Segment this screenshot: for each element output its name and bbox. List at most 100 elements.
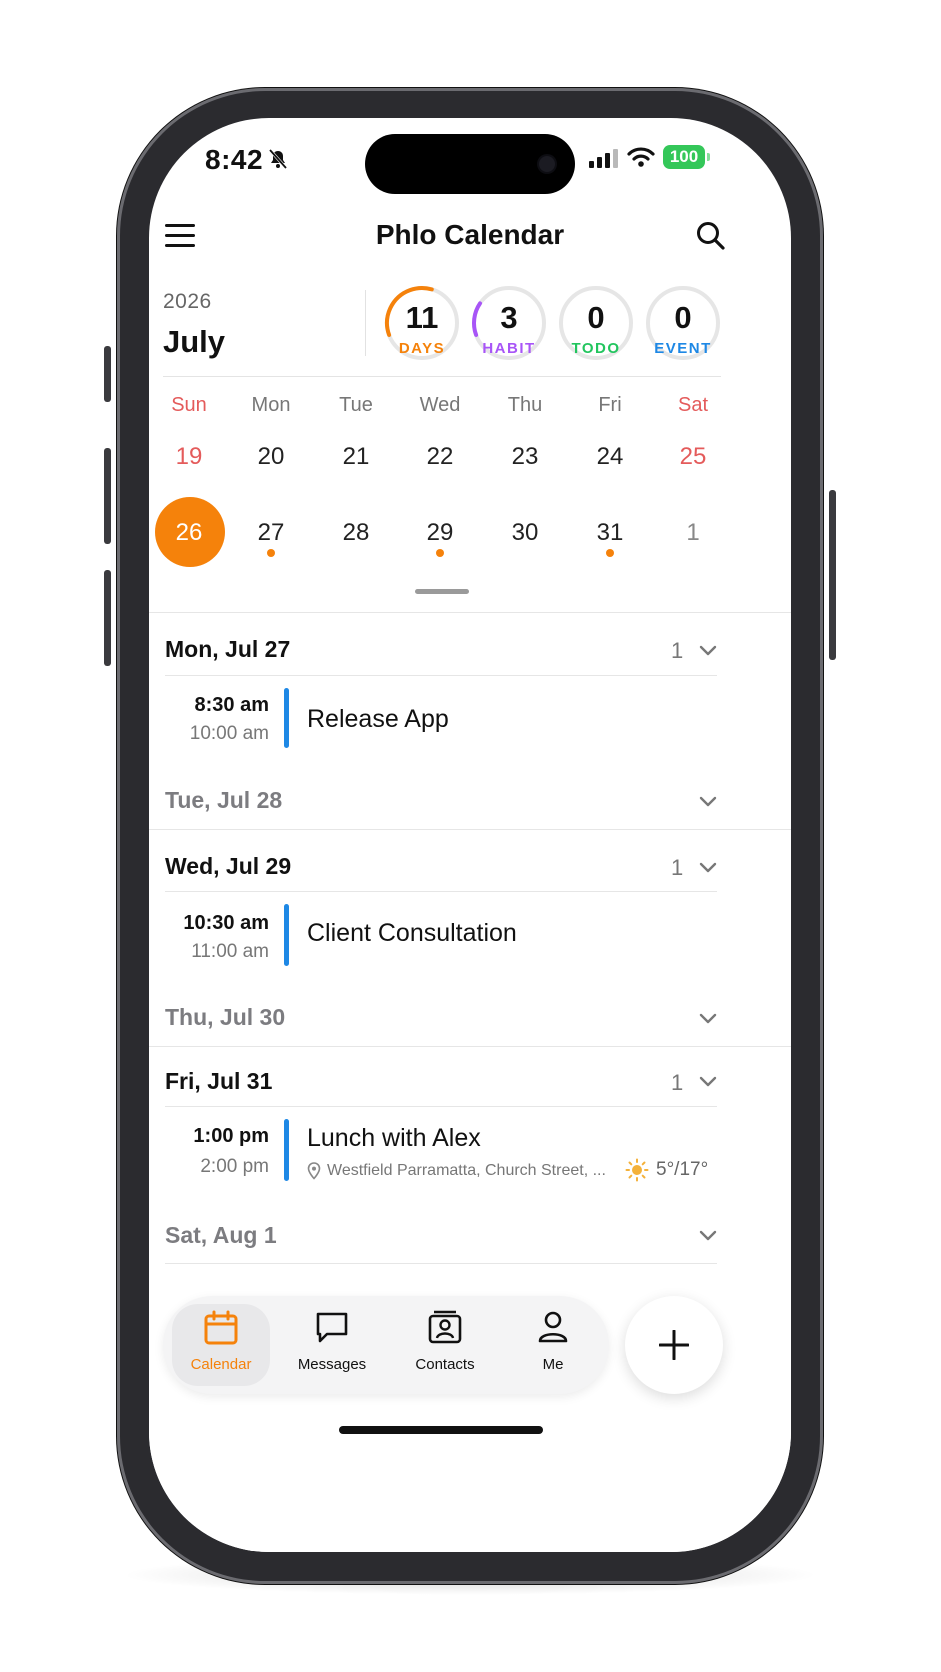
agenda-day-header[interactable]: Tue, Jul 28 xyxy=(165,787,282,814)
stat-label: TODO xyxy=(571,340,621,357)
tab-me[interactable]: Me xyxy=(503,1296,603,1394)
day-cell[interactable]: 23 xyxy=(485,443,565,471)
event-start-time: 10:30 am xyxy=(183,912,269,934)
event-weather: 5°/17° xyxy=(656,1159,709,1180)
event-dot xyxy=(267,549,275,557)
status-time: 8:42 xyxy=(205,144,264,175)
stat-habit[interactable]: 3 HABIT xyxy=(470,284,548,362)
chevron-down-icon[interactable] xyxy=(699,1230,717,1242)
agenda-day-count: 1 xyxy=(671,855,684,880)
tab-bar: Calendar Messages Contacts Me xyxy=(163,1296,609,1394)
home-indicator xyxy=(339,1426,543,1434)
agenda-day-header[interactable]: Fri, Jul 31 xyxy=(165,1068,272,1095)
month-label[interactable]: July xyxy=(163,324,225,360)
tab-label: Calendar xyxy=(190,1356,252,1373)
row-divider xyxy=(165,891,717,892)
day-cell[interactable]: 19 xyxy=(149,443,229,471)
weekday-tue: Tue xyxy=(339,394,373,416)
day-cell[interactable]: 24 xyxy=(570,443,650,471)
row-divider xyxy=(149,829,791,830)
event-end-time: 11:00 am xyxy=(191,941,269,962)
volume-up-button xyxy=(104,448,111,544)
stat-event[interactable]: 0 EVENT xyxy=(644,284,722,362)
day-cell-selected[interactable]: 26 xyxy=(149,519,229,547)
day-cell[interactable]: 21 xyxy=(316,443,396,471)
tab-contacts[interactable]: Contacts xyxy=(395,1296,495,1394)
summary-divider xyxy=(365,290,366,356)
day-cell[interactable]: 1 xyxy=(653,519,733,547)
add-event-button[interactable] xyxy=(625,1296,723,1394)
message-icon xyxy=(316,1312,348,1343)
agenda-day-count: 1 xyxy=(671,1070,684,1095)
battery-tip xyxy=(707,153,710,161)
row-divider xyxy=(165,675,717,676)
event-title[interactable]: Client Consultation xyxy=(307,919,517,948)
chevron-down-icon[interactable] xyxy=(699,645,717,657)
event-end-time: 2:00 pm xyxy=(200,1156,269,1177)
plus-icon xyxy=(659,1330,689,1360)
cellular-signal-icon xyxy=(589,149,618,168)
tab-label: Me xyxy=(542,1356,564,1373)
stat-todo[interactable]: 0 TODO xyxy=(557,284,635,362)
weekday-thu: Thu xyxy=(507,394,543,416)
tab-label: Contacts xyxy=(415,1356,475,1373)
day-cell[interactable]: 29 xyxy=(400,519,480,547)
stat-value: 11 xyxy=(405,300,439,335)
weekday-wed: Wed xyxy=(419,394,461,416)
year-label: 2026 xyxy=(163,290,212,313)
stat-label: DAYS xyxy=(398,340,446,357)
drag-handle[interactable] xyxy=(415,589,469,594)
search-icon[interactable] xyxy=(695,220,727,252)
event-location: Westfield Parramatta, Church Street, ... xyxy=(327,1162,606,1179)
screen: 8:42 100 Phlo Calendar 2026 July 11 DAYS… xyxy=(149,118,791,1552)
day-cell[interactable]: 28 xyxy=(316,519,396,547)
chevron-down-icon[interactable] xyxy=(699,1076,717,1088)
stat-value: 3 xyxy=(500,300,518,335)
row-divider xyxy=(165,1106,717,1107)
weekday-sun: Sun xyxy=(171,394,207,416)
tab-messages[interactable]: Messages xyxy=(282,1296,382,1394)
chevron-down-icon[interactable] xyxy=(699,796,717,808)
event-dot xyxy=(606,549,614,557)
day-cell[interactable]: 31 xyxy=(570,519,650,547)
event-color-bar xyxy=(284,688,289,748)
person-icon xyxy=(538,1311,568,1343)
wifi-icon xyxy=(627,147,655,167)
event-end-time: 10:00 am xyxy=(189,723,269,744)
calendar-icon xyxy=(204,1310,238,1345)
day-cell[interactable]: 22 xyxy=(400,443,480,471)
agenda-day-header[interactable]: Thu, Jul 30 xyxy=(165,1004,285,1031)
bell-slash-icon xyxy=(268,149,288,169)
stat-value: 0 xyxy=(674,300,692,335)
day-cell[interactable]: 25 xyxy=(653,443,733,471)
row-divider xyxy=(149,1046,791,1047)
event-title[interactable]: Release App xyxy=(307,705,449,734)
row-divider xyxy=(165,1263,717,1264)
stat-label: EVENT xyxy=(654,340,712,357)
event-start-time: 1:00 pm xyxy=(193,1125,269,1147)
day-cell[interactable]: 20 xyxy=(231,443,311,471)
agenda-day-header[interactable]: Mon, Jul 27 xyxy=(165,636,290,663)
event-title[interactable]: Lunch with Alex xyxy=(307,1124,481,1153)
tab-label: Messages xyxy=(297,1356,367,1373)
agenda-day-header[interactable]: Wed, Jul 29 xyxy=(165,853,291,880)
volume-down-button xyxy=(104,570,111,666)
chevron-down-icon[interactable] xyxy=(699,1013,717,1025)
event-dot xyxy=(436,549,444,557)
location-pin-icon xyxy=(307,1162,321,1180)
chevron-down-icon[interactable] xyxy=(699,862,717,874)
stat-label: HABIT xyxy=(482,340,536,357)
day-cell[interactable]: 27 xyxy=(231,519,311,547)
stat-days[interactable]: 11 DAYS xyxy=(383,284,461,362)
action-button xyxy=(104,346,111,402)
stat-value: 0 xyxy=(587,300,605,335)
tab-calendar[interactable]: Calendar xyxy=(171,1296,271,1394)
weekday-sat: Sat xyxy=(677,394,709,416)
battery-indicator: 100 xyxy=(663,145,705,169)
day-cell[interactable]: 30 xyxy=(485,519,565,547)
agenda-day-count: 1 xyxy=(671,638,684,663)
event-start-time: 8:30 am xyxy=(194,694,270,716)
sun-icon xyxy=(625,1158,649,1182)
weekday-fri: Fri xyxy=(598,394,622,416)
agenda-day-header[interactable]: Sat, Aug 1 xyxy=(165,1222,277,1249)
